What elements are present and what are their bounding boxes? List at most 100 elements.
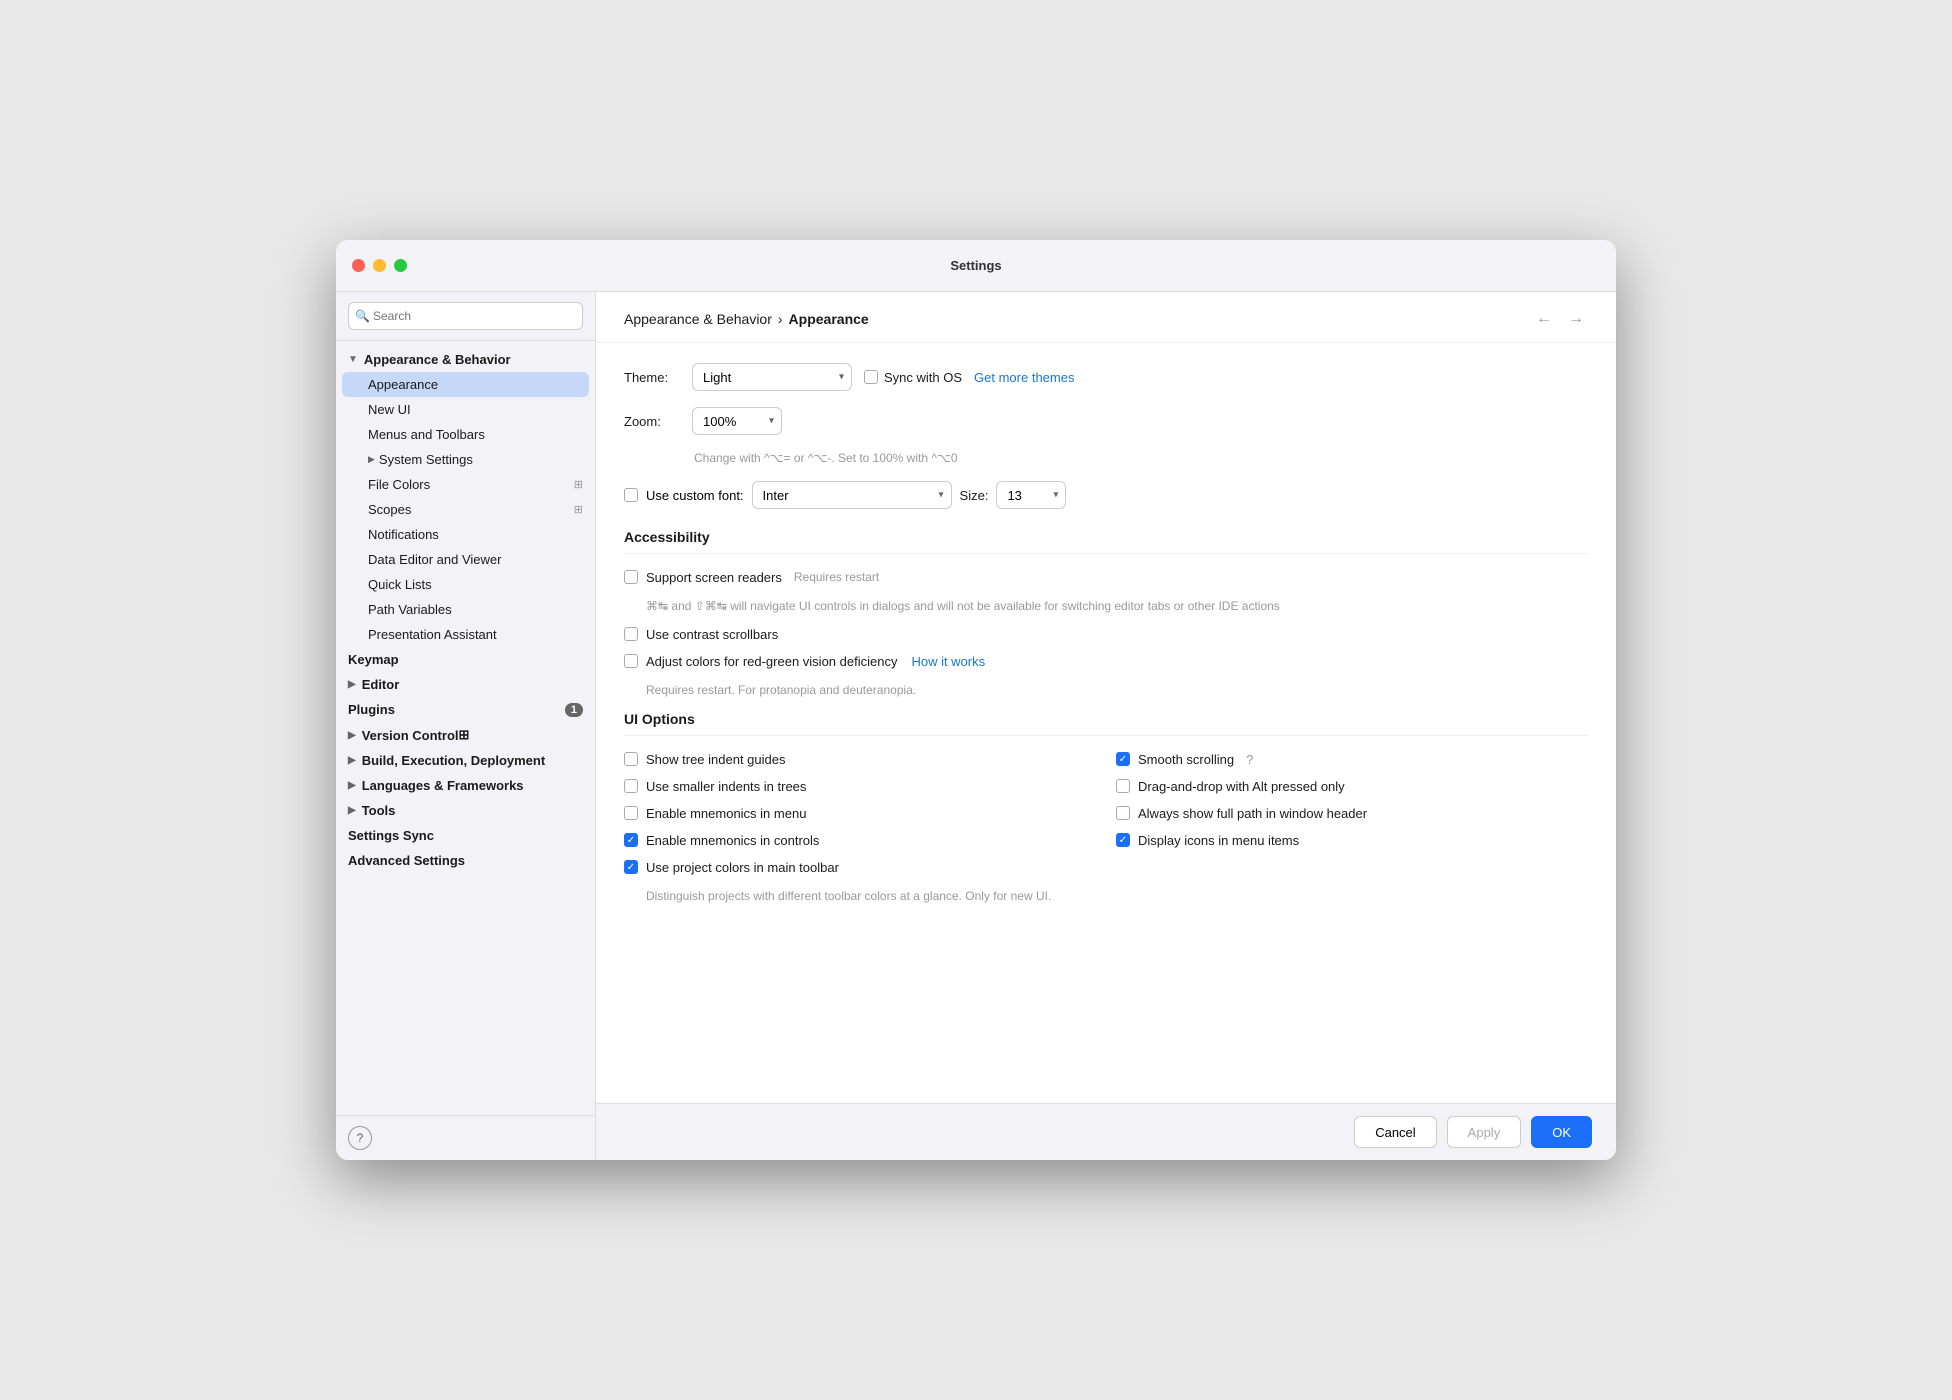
chevron-right-icon: ▶ [348, 780, 356, 791]
search-wrap: 🔍 [348, 302, 583, 330]
zoom-label: Zoom: [624, 414, 680, 429]
screen-readers-label: Support screen readers [646, 570, 782, 585]
sidebar-item-appearance[interactable]: Appearance [342, 372, 589, 397]
sidebar-item-settings-sync[interactable]: Settings Sync [336, 823, 595, 848]
nav-arrows: ← → [1532, 308, 1588, 330]
sidebar-item-quick-lists[interactable]: Quick Lists [336, 572, 595, 597]
font-select[interactable]: Inter [752, 481, 952, 509]
search-bar: 🔍 [336, 292, 595, 341]
ui-option-project-colors: ✓ Use project colors in main toolbar [624, 860, 1096, 875]
screen-readers-sublabel: ⌘↹ and ⇧⌘↹ will navigate UI controls in … [646, 597, 1588, 615]
sidebar-item-presentation-assistant[interactable]: Presentation Assistant [336, 622, 595, 647]
drag-drop-label: Drag-and-drop with Alt pressed only [1138, 779, 1345, 794]
sidebar-item-languages-frameworks[interactable]: ▶ Languages & Frameworks [336, 773, 595, 798]
sidebar-item-new-ui[interactable]: New UI [336, 397, 595, 422]
custom-font-checkbox[interactable] [624, 488, 638, 502]
main-content: 🔍 ▼ Appearance & Behavior Appearance New… [336, 292, 1616, 1160]
mnemonics-menu-label: Enable mnemonics in menu [646, 806, 806, 821]
chevron-right-icon: ▶ [348, 730, 356, 741]
how-it-works-link[interactable]: How it works [911, 654, 985, 669]
sidebar-item-label: Settings Sync [348, 828, 434, 843]
full-path-checkbox[interactable] [1116, 806, 1130, 820]
sidebar-item-version-control[interactable]: ▶ Version Control ⊞ [336, 722, 595, 748]
sidebar-item-file-colors[interactable]: File Colors ⊞ [336, 472, 595, 497]
sidebar-item-label: New UI [368, 402, 411, 417]
sidebar-item-data-editor[interactable]: Data Editor and Viewer [336, 547, 595, 572]
project-colors-sublabel: Distinguish projects with different tool… [646, 887, 1096, 905]
sync-os-checkbox[interactable] [864, 370, 878, 384]
size-label: Size: [960, 488, 989, 503]
size-select-wrap: 13 12 14 16 ▾ [996, 481, 1066, 509]
sidebar-item-label: Plugins [348, 702, 395, 717]
tree-indent-checkbox[interactable] [624, 752, 638, 766]
sidebar-group-appearance-behavior[interactable]: ▼ Appearance & Behavior [336, 347, 595, 372]
sidebar-item-label: Menus and Toolbars [368, 427, 485, 442]
breadcrumb: Appearance & Behavior › Appearance [624, 311, 869, 327]
zoom-row: Zoom: 75% 100% 125% 150% ▾ [624, 407, 1588, 435]
sidebar-item-label: Keymap [348, 652, 399, 667]
sidebar-item-system-settings[interactable]: ▶ System Settings [336, 447, 595, 472]
sidebar-group-label: Appearance & Behavior [364, 352, 511, 367]
theme-row: Theme: Light Dark High Contrast ▾ Sync w… [624, 363, 1588, 391]
mnemonics-menu-checkbox[interactable] [624, 806, 638, 820]
plugins-badge: 1 [565, 703, 583, 717]
full-path-label: Always show full path in window header [1138, 806, 1367, 821]
sidebar-item-advanced-settings[interactable]: Advanced Settings [336, 848, 595, 873]
zoom-select[interactable]: 75% 100% 125% 150% [692, 407, 782, 435]
chevron-right-icon: ▶ [348, 679, 356, 690]
cancel-button[interactable]: Cancel [1354, 1116, 1436, 1148]
breadcrumb-current: Appearance [789, 311, 869, 327]
maximize-button[interactable] [394, 259, 407, 272]
close-button[interactable] [352, 259, 365, 272]
sidebar-nav: ▼ Appearance & Behavior Appearance New U… [336, 341, 595, 1115]
smooth-scrolling-checkbox[interactable]: ✓ [1116, 752, 1130, 766]
sidebar-item-scopes[interactable]: Scopes ⊞ [336, 497, 595, 522]
size-select[interactable]: 13 12 14 16 [996, 481, 1066, 509]
mnemonics-controls-checkbox[interactable]: ✓ [624, 833, 638, 847]
forward-button[interactable]: → [1564, 308, 1588, 330]
sync-os-label: Sync with OS [884, 370, 962, 385]
theme-select[interactable]: Light Dark High Contrast [692, 363, 852, 391]
smaller-indents-checkbox[interactable] [624, 779, 638, 793]
sidebar-item-label: Advanced Settings [348, 853, 465, 868]
custom-font-label: Use custom font: [646, 488, 744, 503]
accessibility-header: Accessibility [624, 529, 1588, 554]
color-deficiency-checkbox[interactable] [624, 654, 638, 668]
screen-readers-checkbox[interactable] [624, 570, 638, 584]
project-colors-checkbox[interactable]: ✓ [624, 860, 638, 874]
sidebar-item-label: Build, Execution, Deployment [362, 753, 545, 768]
ok-button[interactable]: OK [1531, 1116, 1592, 1148]
contrast-scrollbars-checkbox[interactable] [624, 627, 638, 641]
tree-indent-label: Show tree indent guides [646, 752, 785, 767]
sidebar-item-label: System Settings [379, 452, 473, 467]
sidebar-item-keymap[interactable]: Keymap [336, 647, 595, 672]
sidebar-item-editor[interactable]: ▶ Editor [336, 672, 595, 697]
smooth-scrolling-help-icon[interactable]: ? [1246, 752, 1253, 767]
drag-drop-checkbox[interactable] [1116, 779, 1130, 793]
back-button[interactable]: ← [1532, 308, 1556, 330]
ui-option-tree-indent: Show tree indent guides [624, 752, 1096, 767]
titlebar: Settings [336, 240, 1616, 292]
breadcrumb-separator: › [778, 311, 783, 327]
theme-label: Theme: [624, 370, 680, 385]
window-title: Settings [950, 258, 1001, 273]
display-icons-checkbox[interactable]: ✓ [1116, 833, 1130, 847]
search-input[interactable] [348, 302, 583, 330]
main-panel: Appearance & Behavior › Appearance ← → T… [596, 292, 1616, 1160]
apply-button[interactable]: Apply [1447, 1116, 1522, 1148]
sidebar-item-plugins[interactable]: Plugins 1 [336, 697, 595, 722]
sidebar-item-build-execution[interactable]: ▶ Build, Execution, Deployment [336, 748, 595, 773]
custom-font-row: Use custom font: Inter ▾ Size: 13 12 14 [624, 481, 1588, 509]
sidebar-item-label: Languages & Frameworks [362, 778, 524, 793]
sidebar-item-tools[interactable]: ▶ Tools [336, 798, 595, 823]
sidebar-item-notifications[interactable]: Notifications [336, 522, 595, 547]
sidebar-item-menus-toolbars[interactable]: Menus and Toolbars [336, 422, 595, 447]
smooth-scrolling-label: Smooth scrolling [1138, 752, 1234, 767]
ui-option-full-path: Always show full path in window header [1116, 806, 1588, 821]
sidebar-item-path-variables[interactable]: Path Variables [336, 597, 595, 622]
sidebar: 🔍 ▼ Appearance & Behavior Appearance New… [336, 292, 596, 1160]
minimize-button[interactable] [373, 259, 386, 272]
help-button[interactable]: ? [348, 1126, 372, 1150]
get-more-themes-link[interactable]: Get more themes [974, 370, 1074, 385]
chevron-right-icon: ▶ [348, 805, 356, 816]
